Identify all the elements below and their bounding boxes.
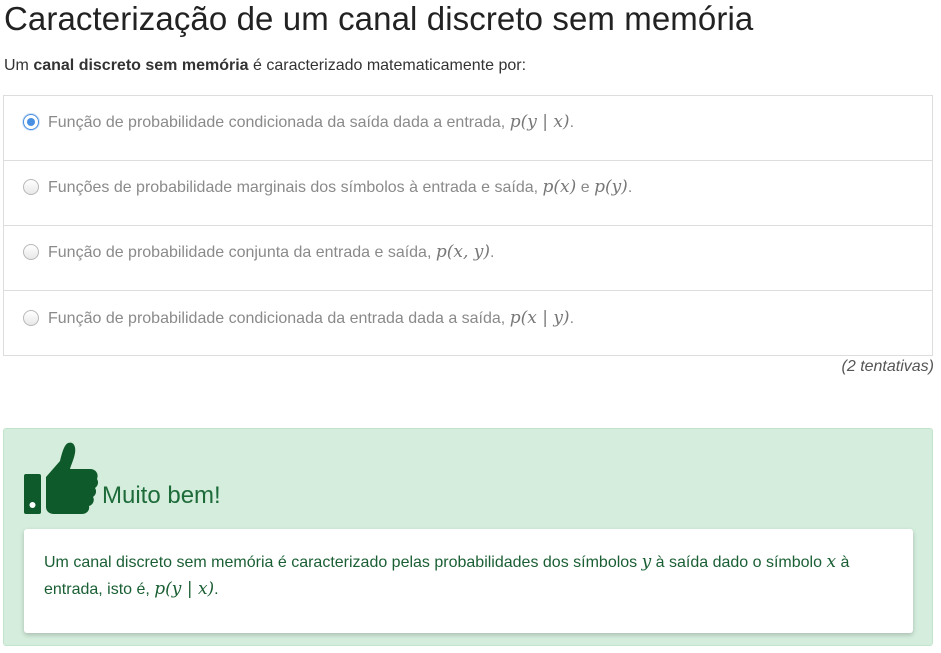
math-expression: p(y | x) — [509, 112, 570, 132]
option-1[interactable]: Função de probabilidade condicionada da … — [4, 96, 932, 161]
question-suffix: é caracterizado matematicamente por: — [248, 57, 527, 74]
quiz-page: Caracterização de um canal discreto sem … — [0, 0, 941, 653]
feedback-text: . — [214, 581, 219, 598]
option-tail: . — [490, 244, 495, 261]
option-tail: . — [627, 179, 633, 196]
radio-button[interactable] — [23, 244, 39, 260]
answer-options: Função de probabilidade condicionada da … — [3, 95, 933, 356]
math-expression: p(y) — [594, 177, 628, 197]
option-label: Função de probabilidade conjunta da entr… — [48, 242, 494, 262]
thumbs-up-icon — [24, 442, 98, 514]
feedback-panel: Muito bem! Um canal discreto sem memória… — [3, 428, 933, 646]
question-prefix: Um — [4, 57, 34, 74]
option-text: Função de probabilidade condicionada da … — [48, 114, 510, 131]
math-expression: p(y | x) — [154, 579, 215, 599]
math-expression: x — [826, 552, 837, 572]
option-tail: . — [569, 309, 575, 327]
option-text: Função de probabilidade condicionada da … — [48, 309, 510, 327]
radio-button[interactable] — [23, 179, 39, 195]
math-expression: p(x, y) — [435, 242, 490, 262]
question-text: Um canal discreto sem memória é caracter… — [4, 57, 526, 75]
option-4[interactable]: Função de probabilidade condicionada da … — [4, 291, 932, 356]
feedback-message: Um canal discreto sem memória é caracter… — [24, 529, 913, 633]
option-mid: e — [576, 179, 595, 196]
feedback-text: à saída dado o símbolo — [651, 554, 827, 571]
feedback-title: Muito bem! — [102, 482, 221, 509]
math-expression: p(x) — [542, 177, 577, 197]
radio-button-selected[interactable] — [23, 114, 39, 130]
math-expression: p(x | y) — [509, 307, 570, 328]
option-2[interactable]: Funções de probabilidade marginais dos s… — [4, 161, 932, 226]
option-3[interactable]: Função de probabilidade conjunta da entr… — [4, 226, 932, 291]
math-expression: y — [641, 552, 652, 572]
question-bold: canal discreto sem memória — [33, 57, 249, 74]
radio-button[interactable] — [23, 309, 39, 326]
option-text: Função de probabilidade conjunta da entr… — [48, 244, 436, 261]
option-label: Função de probabilidade condicionada da … — [48, 308, 574, 328]
option-text: Funções de probabilidade marginais dos s… — [48, 179, 543, 196]
page-title: Caracterização de um canal discreto sem … — [4, 0, 754, 37]
option-tail: . — [569, 114, 575, 131]
feedback-text: Um canal discreto sem memória é caracter… — [44, 554, 642, 571]
option-label: Função de probabilidade condicionada da … — [48, 112, 574, 132]
option-label: Funções de probabilidade marginais dos s… — [48, 177, 632, 197]
attempts-counter: (2 tentativas) — [841, 358, 934, 375]
